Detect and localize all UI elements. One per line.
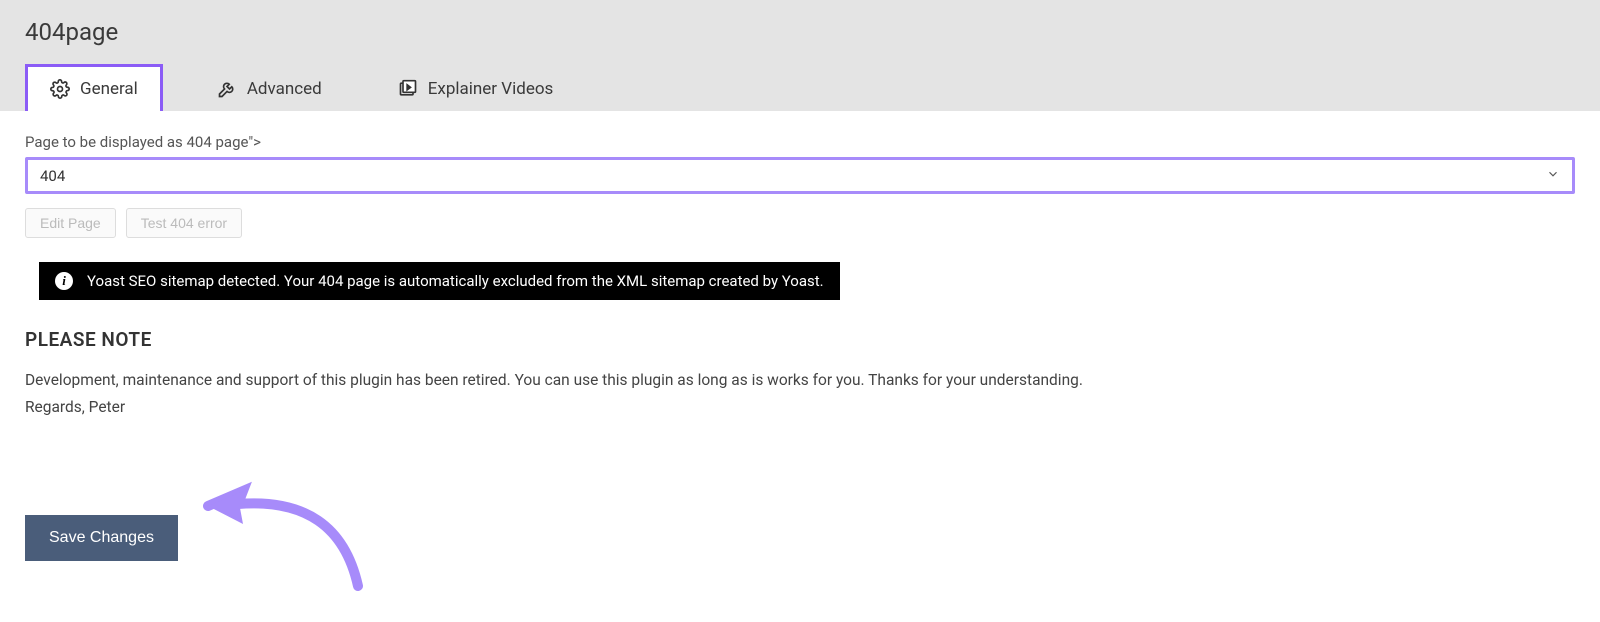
page-select-value: 404 bbox=[40, 167, 1546, 185]
tab-label: Advanced bbox=[247, 79, 322, 99]
page-select-label: Page to be displayed as 404 page"> bbox=[25, 133, 1575, 151]
tab-explainer-videos[interactable]: Explainer Videos bbox=[376, 67, 576, 111]
tab-bar: General Advanced Explainer Videos bbox=[25, 64, 1575, 111]
video-icon bbox=[398, 79, 418, 99]
tab-label: General bbox=[80, 79, 138, 99]
test-404-button[interactable]: Test 404 error bbox=[126, 208, 242, 238]
gear-icon bbox=[50, 79, 70, 99]
tab-advanced[interactable]: Advanced bbox=[195, 67, 344, 111]
note-line2: Regards, Peter bbox=[25, 396, 1575, 419]
edit-page-button[interactable]: Edit Page bbox=[25, 208, 116, 238]
chevron-down-icon bbox=[1546, 166, 1560, 185]
tab-label: Explainer Videos bbox=[428, 79, 554, 99]
save-row: Save Changes bbox=[25, 476, 1575, 600]
save-changes-button[interactable]: Save Changes bbox=[25, 515, 178, 561]
note-heading: PLEASE NOTE bbox=[25, 328, 1575, 351]
secondary-button-row: Edit Page Test 404 error bbox=[25, 208, 1575, 238]
notice-text: Yoast SEO sitemap detected. Your 404 pag… bbox=[87, 272, 824, 290]
tab-general[interactable]: General bbox=[25, 64, 163, 111]
seo-notice: i Yoast SEO sitemap detected. Your 404 p… bbox=[39, 262, 840, 300]
header-region: 404page General Advanced Explainer Video… bbox=[0, 0, 1600, 111]
page-title: 404page bbox=[25, 18, 1575, 46]
wrench-icon bbox=[217, 79, 237, 99]
content-area: Page to be displayed as 404 page"> 404 E… bbox=[0, 111, 1600, 622]
annotation-arrow-icon bbox=[198, 476, 398, 600]
page-select[interactable]: 404 bbox=[25, 157, 1575, 194]
note-line1: Development, maintenance and support of … bbox=[25, 369, 1575, 392]
info-icon: i bbox=[55, 272, 73, 290]
